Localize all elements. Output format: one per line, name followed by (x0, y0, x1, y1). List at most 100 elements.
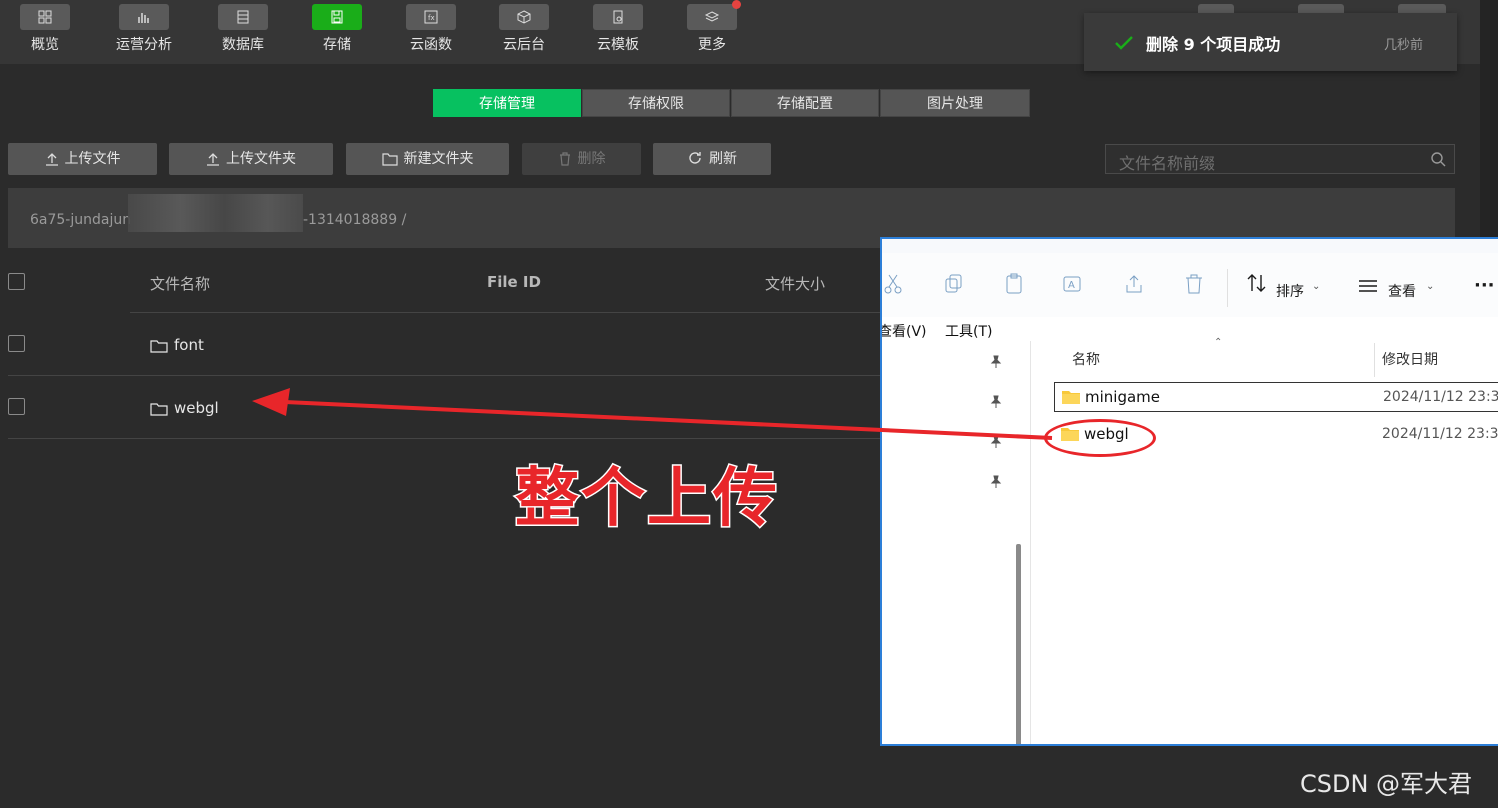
toast-time: 几秒前 (1384, 38, 1424, 53)
nav-item-database[interactable]: 数据库 (213, 4, 273, 54)
delete-icon[interactable] (1184, 273, 1204, 295)
chevron-down-icon: ⌄ (1426, 281, 1435, 292)
tab-storage-permission[interactable]: 存储权限 (582, 89, 730, 117)
column-header-file-id: File ID (487, 273, 541, 291)
nav-scrollbar[interactable] (1016, 544, 1021, 744)
folder-plus-icon (381, 153, 398, 166)
delete-button[interactable]: 删除 (522, 143, 641, 175)
nav-item-storage[interactable]: 存储 (307, 4, 367, 54)
svg-text:A: A (1068, 280, 1075, 291)
highlight-circle (1044, 419, 1156, 457)
menu-view[interactable]: 查看(V) (882, 321, 927, 341)
row-name: font (174, 336, 204, 354)
toolbar-divider (1227, 269, 1228, 307)
nav-item-analytics[interactable]: 运营分析 (114, 4, 174, 54)
item-date: 2024/11/12 23:3 (1383, 389, 1498, 405)
item-name: minigame (1085, 388, 1161, 406)
more-options-button[interactable]: ··· (1474, 275, 1495, 296)
folder-icon (1062, 391, 1080, 404)
sort-up-icon: ⌃ (1214, 337, 1223, 348)
upload-icon (207, 153, 219, 166)
nav-label: 云后台 (503, 37, 545, 53)
column-header-size[interactable]: 文件大小 (765, 273, 825, 294)
new-folder-label: 新建文件夹 (403, 151, 474, 167)
paste-icon[interactable] (1004, 273, 1024, 295)
nav-label: 概览 (31, 37, 59, 53)
search-input[interactable]: 文件名称前缀 (1105, 144, 1455, 174)
select-all-checkbox[interactable] (8, 273, 25, 290)
check-icon (1115, 36, 1133, 50)
row-name: webgl (174, 399, 219, 417)
toast-message: 删除 9 个项目成功 (1146, 35, 1281, 54)
copy-icon[interactable] (944, 273, 964, 295)
nav-label: 云模板 (597, 37, 639, 53)
folder-icon (150, 403, 168, 416)
cut-icon[interactable] (884, 273, 902, 295)
delete-label: 删除 (577, 151, 606, 167)
tab-storage-management[interactable]: 存储管理 (433, 89, 581, 117)
tab-image-processing[interactable]: 图片处理 (880, 89, 1030, 117)
pin-icon[interactable] (990, 395, 1002, 409)
success-toast: 删除 9 个项目成功 几秒前 (1084, 13, 1457, 71)
file-explorer-window: A 排序 ⌄ 查看 ⌄ ··· 查看(V) 工具(T) 名称 ⌃ 修改日期 mi… (880, 237, 1498, 746)
trash-icon (559, 152, 570, 166)
search-placeholder: 文件名称前缀 (1119, 154, 1216, 173)
column-header-modified[interactable]: 修改日期 (1382, 349, 1438, 369)
sort-icon[interactable] (1246, 273, 1268, 293)
upload-icon (45, 153, 58, 166)
pin-icon[interactable] (990, 475, 1002, 489)
pin-icon[interactable] (990, 355, 1002, 369)
nav-label: 数据库 (222, 37, 264, 53)
nav-label: 更多 (698, 37, 726, 53)
nav-label: 云函数 (410, 37, 452, 53)
nav-label: 存储 (323, 37, 351, 53)
column-header-name[interactable]: 文件名称 (150, 273, 210, 294)
row-checkbox[interactable] (8, 335, 25, 352)
nav-item-more[interactable]: 更多 (682, 4, 742, 54)
column-separator[interactable] (1374, 343, 1375, 377)
layers-icon (687, 4, 737, 30)
function-icon: fx (406, 4, 456, 30)
chevron-down-icon: ⌄ (1312, 281, 1321, 292)
refresh-icon (689, 152, 701, 164)
path-prefix: 6a75-jundajun (30, 212, 132, 228)
list-item-minigame[interactable]: minigame 2024/11/12 23:3 (1054, 382, 1498, 412)
upload-folder-button[interactable]: 上传文件夹 (169, 143, 333, 175)
new-folder-button[interactable]: 新建文件夹 (346, 143, 509, 175)
view-button[interactable]: 查看 (1388, 281, 1416, 301)
item-date: 2024/11/12 23:3 (1382, 426, 1498, 442)
menu-tools[interactable]: 工具(T) (945, 321, 992, 341)
nav-item-cloud-admin[interactable]: 云后台 (494, 4, 554, 54)
window-edge (1480, 0, 1498, 237)
bar-chart-icon (119, 4, 169, 30)
nav-item-overview[interactable]: 概览 (15, 4, 75, 54)
refresh-button[interactable]: 刷新 (653, 143, 771, 175)
path-suffix: -1314018889 / (303, 212, 407, 228)
folder-icon (150, 340, 168, 353)
nav-item-cloud-function[interactable]: fx 云函数 (401, 4, 461, 54)
column-header-name[interactable]: 名称 (1072, 349, 1100, 369)
nav-item-cloud-template[interactable]: 云模板 (588, 4, 648, 54)
annotation-text: 整个上传 (514, 461, 779, 538)
table-row-font[interactable]: font (150, 336, 204, 354)
table-row-webgl[interactable]: webgl (150, 399, 219, 417)
refresh-label: 刷新 (709, 151, 737, 167)
row-checkbox[interactable] (8, 398, 25, 415)
upload-file-button[interactable]: 上传文件 (8, 143, 157, 175)
view-icon[interactable] (1358, 279, 1378, 293)
save-icon (312, 4, 362, 30)
tab-storage-config[interactable]: 存储配置 (731, 89, 879, 117)
svg-text:fx: fx (428, 14, 435, 22)
explorer-nav-pane (882, 341, 1031, 744)
search-icon[interactable] (1430, 151, 1446, 167)
pin-icon[interactable] (990, 435, 1002, 449)
upload-folder-label: 上传文件夹 (226, 151, 296, 167)
rename-icon[interactable]: A (1062, 273, 1084, 295)
cube-icon (499, 4, 549, 30)
database-icon (218, 4, 268, 30)
notification-dot (732, 0, 741, 9)
share-icon[interactable] (1124, 273, 1146, 295)
redacted-mosaic (128, 194, 303, 232)
sort-button[interactable]: 排序 (1276, 281, 1304, 301)
upload-file-label: 上传文件 (64, 151, 121, 167)
